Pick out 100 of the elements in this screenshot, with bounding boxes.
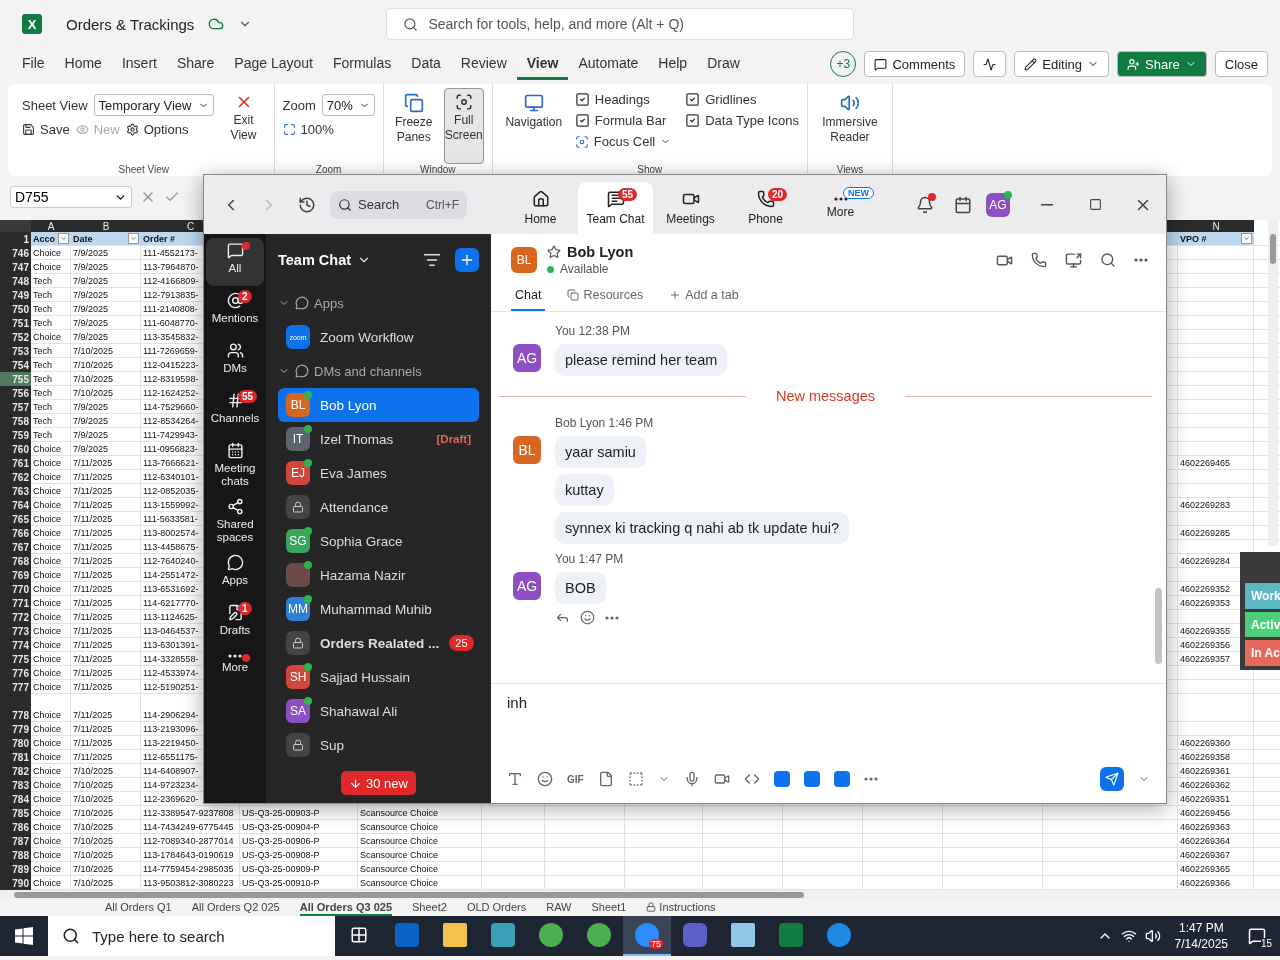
app-icon[interactable]	[773, 771, 790, 787]
chat-list-item[interactable]: Orders Realated ... 25	[278, 626, 479, 660]
editing-button[interactable]: Editing	[1014, 51, 1110, 77]
sheet-tab[interactable]: All Orders Q2 025	[191, 900, 280, 916]
emoji-icon[interactable]	[580, 610, 595, 625]
menu-tab[interactable]: View	[516, 48, 569, 80]
code-icon[interactable]	[743, 771, 760, 787]
save-button[interactable]: Save	[22, 122, 70, 137]
scrollbar[interactable]	[1155, 588, 1162, 664]
notifications-button[interactable]: 15	[1242, 921, 1272, 951]
menu-tab[interactable]: Share	[166, 48, 225, 80]
screenshot-icon[interactable]	[627, 771, 644, 787]
checkbox-option[interactable]: Formula Bar	[574, 113, 672, 128]
sheet-tab[interactable]: Instructions	[646, 900, 716, 916]
menu-tab[interactable]: File	[12, 48, 55, 80]
chat-list-item[interactable]: BL Bob Lyon	[278, 388, 479, 422]
sheet-tab[interactable]: Sheet1	[591, 900, 627, 916]
menu-tab[interactable]: Formulas	[322, 48, 402, 80]
rail-item[interactable]: DMs	[206, 338, 264, 386]
file-icon[interactable]	[597, 771, 614, 787]
immersive-reader-button[interactable]: Immersive Reader	[815, 88, 884, 164]
sheet-tab[interactable]: Sheet2	[412, 900, 447, 916]
sheet-tab[interactable]: All Orders Q1	[105, 900, 172, 916]
text-format-icon[interactable]	[507, 771, 523, 787]
nav-tab[interactable]: 55 Team Chat	[578, 182, 653, 234]
filter-icon[interactable]	[423, 251, 441, 269]
menu-tab[interactable]: Draw	[697, 48, 750, 80]
freeze-panes-button[interactable]: Freeze Panes	[391, 88, 436, 164]
app-icon[interactable]	[803, 771, 820, 787]
checkbox-option[interactable]: Data Type Icons	[685, 113, 799, 128]
taskbar-button[interactable]: 75	[623, 916, 671, 956]
chat-tab[interactable]: Resources	[563, 282, 648, 311]
scrollbar[interactable]	[1268, 220, 1278, 546]
sidebar-title[interactable]: Team Chat	[278, 252, 352, 268]
menu-tab[interactable]: Page Layout	[224, 48, 323, 80]
zoom-dropdown[interactable]: 70%	[321, 94, 375, 116]
volume-icon[interactable]	[1144, 928, 1161, 944]
comments-button[interactable]: Comments	[864, 51, 966, 77]
checkbox[interactable]	[685, 113, 701, 128]
new-messages-button[interactable]: 30 new	[341, 771, 416, 795]
checkbox[interactable]	[685, 92, 701, 107]
phone-icon[interactable]	[1031, 252, 1047, 268]
rail-item[interactable]: All	[206, 238, 264, 286]
column-header[interactable]: A	[45, 220, 57, 232]
nav-tab[interactable]: 20 Phone	[728, 182, 803, 234]
task-view-icon[interactable]	[350, 926, 368, 944]
close-button[interactable]: Close	[1214, 51, 1268, 77]
more-icon[interactable]	[863, 777, 878, 781]
zoom-100-button[interactable]: 100%	[282, 122, 375, 137]
screen-share-icon[interactable]	[1065, 251, 1082, 269]
column-header[interactable]: C	[184, 220, 197, 232]
rail-item[interactable]: 55 Channels	[206, 388, 264, 436]
chat-list-item[interactable]: Hazama Nazir	[278, 558, 479, 592]
menu-tab[interactable]: Insert	[111, 48, 167, 80]
filter-button[interactable]	[58, 233, 69, 244]
chat-list-item[interactable]: EJ Eva James	[278, 456, 479, 490]
rail-item[interactable]: More	[206, 650, 264, 698]
chat-list-item[interactable]: SH Sajjad Hussain	[278, 660, 479, 694]
full-screen-button[interactable]: Full Screen	[443, 88, 484, 164]
sheet-view-dropdown[interactable]: Temporary View	[93, 94, 214, 116]
navigation-button[interactable]: Navigation	[500, 88, 567, 164]
windows-start-icon[interactable]	[15, 927, 33, 945]
more-icon[interactable]	[1134, 258, 1148, 262]
section-header[interactable]: DMs and channels	[278, 354, 479, 388]
rail-item[interactable]: 2 Mentions	[206, 288, 264, 336]
rail-item[interactable]: Apps	[206, 550, 264, 598]
taskbar-search-field[interactable]: Type here to search	[48, 916, 335, 956]
star-icon[interactable]	[547, 245, 561, 259]
exit-view-button[interactable]: Exit View	[221, 88, 266, 164]
menu-tab[interactable]: Data	[401, 48, 451, 80]
chat-list-item[interactable]: SA Shahawal Ali	[278, 694, 479, 728]
nav-tab[interactable]: Home	[503, 182, 578, 234]
nav-tab[interactable]: Meetings	[653, 182, 728, 234]
checkbox[interactable]	[574, 113, 590, 128]
rail-item[interactable]: Meeting chats	[206, 438, 264, 492]
search-field[interactable]: Search Ctrl+F	[330, 190, 467, 219]
share-button[interactable]: Share	[1117, 51, 1207, 77]
avatar[interactable]: AG	[986, 192, 1010, 217]
chat-list-item[interactable]: MM Muhammad Muhib	[278, 592, 479, 626]
chat-list-item[interactable]: SG Sophia Grace	[278, 524, 479, 558]
gif-button[interactable]: GIF	[567, 773, 584, 785]
app-icon[interactable]	[833, 771, 850, 787]
send-button[interactable]	[1100, 767, 1124, 791]
rail-item[interactable]: 1 Drafts	[206, 600, 264, 648]
chat-tab[interactable]: Add a tab	[665, 282, 743, 311]
column-header[interactable]: B	[100, 220, 112, 232]
chat-list-item[interactable]: Attendance	[278, 490, 479, 524]
options-button[interactable]: Options	[125, 122, 189, 137]
menu-tab[interactable]: Home	[54, 48, 112, 80]
network-icon[interactable]	[1120, 928, 1137, 944]
chat-list-item[interactable]: Sup	[278, 728, 479, 762]
filter-button[interactable]	[128, 233, 139, 244]
menu-tab[interactable]: Review	[450, 48, 517, 80]
activity-button[interactable]	[973, 51, 1007, 77]
emoji-icon[interactable]	[537, 771, 553, 787]
checkbox-option[interactable]: Headings	[574, 92, 672, 107]
nav-tab[interactable]: NEW More	[803, 182, 878, 234]
more-icon[interactable]	[605, 615, 619, 620]
filter-button[interactable]	[1241, 233, 1252, 244]
column-header[interactable]: N	[1210, 220, 1222, 232]
